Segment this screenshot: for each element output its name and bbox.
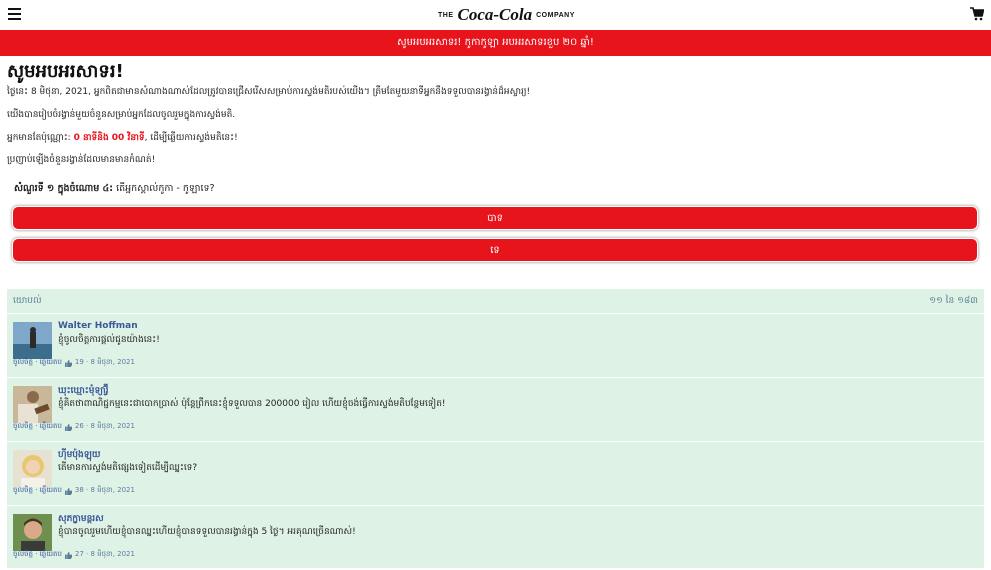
comment-item: សុភក្ខាមន្តរស ខ្ញុំបានចូលរួមហើយខ្ញុំបានឈ… bbox=[7, 506, 984, 570]
intro-paragraph: ថ្ងៃនេះ 8 មិថុនា, 2021, អ្នកពិតជាមានសំណា… bbox=[7, 87, 531, 97]
comment-text: តើមានការស្ទង់មតិផ្សេងទៀតដើម្បីឈ្នះទេ? bbox=[58, 463, 198, 473]
commenter-name[interactable]: Walter Hoffman bbox=[58, 321, 138, 331]
comment-item: ហ៊ីមប៉ុងឡុយ តើមានការស្ទង់មតិផ្សេងទៀតដើម្… bbox=[7, 442, 984, 506]
thumbs-up-icon[interactable] bbox=[64, 551, 72, 559]
avatar[interactable] bbox=[13, 514, 52, 551]
avatar[interactable] bbox=[13, 322, 52, 359]
thumbs-up-icon[interactable] bbox=[64, 423, 72, 431]
comment-item: ឃុះឃ្មោះមុំទ្យារ្វ៊ី ខ្ញុំគិតថាពាណិជ្ជកម… bbox=[7, 378, 984, 442]
comment-stats: 19 · 8 មិថុនា, 2021 bbox=[74, 358, 135, 366]
hamburger-menu-icon[interactable] bbox=[8, 8, 21, 20]
comment-stats: 38 · 8 មិថុនា, 2021 bbox=[74, 486, 135, 494]
thumbs-up-icon[interactable] bbox=[64, 359, 72, 367]
question-number: សំណួរទី ១ ក្នុងចំណោម ៤: bbox=[14, 183, 114, 194]
timer-value: 0 នាទីនិង 00 វិនាទី bbox=[73, 133, 145, 143]
question-text: តើអ្នកស្គាល់កូកា - កូឡាទេ? bbox=[116, 183, 215, 194]
comment-text: ខ្ញុំគិតថាពាណិជ្ជកម្មនេះជាបោកប្រាស់ ប៉ុន… bbox=[58, 399, 446, 409]
answer-no-button[interactable]: ទេ bbox=[13, 239, 977, 261]
like-reply-links[interactable]: ចូលចិត្ត · ឆ្លើយតប bbox=[13, 550, 62, 560]
comment-stats: 26 · 8 មិថុនា, 2021 bbox=[74, 422, 135, 430]
survey-content: សូមអបអរសាទរ! ថ្ងៃនេះ 8 មិថុនា, 2021, អ្ន… bbox=[7, 60, 984, 261]
top-navigation-bar: THE Coca-Cola COMPANY bbox=[0, 0, 991, 30]
comment-item: Walter Hoffman ខ្ញុំចូលចិត្តការផ្តល់ជូនយ… bbox=[7, 314, 984, 378]
survey-question: សំណួរទី ១ ក្នុងចំណោម ៤: តើអ្នកស្គាល់កូកា… bbox=[14, 182, 215, 196]
logo-prefix: THE bbox=[438, 11, 454, 19]
commenter-name[interactable]: ហ៊ីមប៉ុងឡុយ bbox=[58, 449, 100, 462]
logo-suffix: COMPANY bbox=[536, 11, 575, 19]
coca-cola-company-logo[interactable]: THE Coca-Cola COMPANY bbox=[438, 5, 575, 25]
timer-prefix: អ្នកមានតែប៉ុណ្ណោះ: bbox=[7, 133, 71, 143]
comments-section: យោបល់ ១១ នៃ ១៨៣ Walter Hoffman ខ្ញុំចូលច… bbox=[7, 289, 984, 570]
comment-stats: 27 · 8 មិថុនា, 2021 bbox=[74, 550, 135, 558]
comments-count: ១១ នៃ ១៨៣ bbox=[929, 295, 978, 306]
hurry-paragraph: ប្រញាប់ឡើងចំនួនរង្វាន់ដែលមានមានកំណត់! bbox=[7, 155, 156, 165]
timer-paragraph: អ្នកមានតែប៉ុណ្ណោះ: 0 នាទីនិង 00 វិនាទី, … bbox=[7, 132, 238, 144]
like-reply-links[interactable]: ចូលចិត្ត · ឆ្លើយតប bbox=[13, 486, 62, 496]
comment-meta: ចូលចិត្ត · ឆ្លើយតប 38 · 8 មិថុនា, 2021 bbox=[13, 486, 135, 496]
avatar[interactable] bbox=[13, 450, 52, 487]
comments-label: យោបល់ bbox=[13, 295, 42, 306]
comment-meta: ចូលចិត្ត · ឆ្លើយតប 27 · 8 មិថុនា, 2021 bbox=[13, 550, 135, 560]
comments-header: យោបល់ ១១ នៃ ១៨៣ bbox=[7, 289, 984, 314]
avatar[interactable] bbox=[13, 386, 52, 423]
comment-meta: ចូលចិត្ត · ឆ្លើយតប 19 · 8 មិថុនា, 2021 bbox=[13, 358, 135, 368]
timer-suffix: , ដើម្បីឆ្លើយការស្ទង់មតិនេះ! bbox=[144, 133, 238, 143]
comment-text: ខ្ញុំបានចូលរួមហើយខ្ញុំបានឈ្នះហើយខ្ញុំបាន… bbox=[58, 527, 356, 537]
comment-text: ខ្ញុំចូលចិត្តការផ្តល់ជូនយ៉ាងនេះ! bbox=[58, 335, 160, 345]
shopping-cart-icon[interactable] bbox=[970, 7, 984, 21]
thumbs-up-icon[interactable] bbox=[64, 487, 72, 495]
prize-paragraph: យើងបានរៀបចំរង្វាន់មួយចំនួនសម្រាប់អ្នកដែល… bbox=[7, 110, 236, 120]
answer-yes-button[interactable]: បាទ bbox=[13, 207, 977, 229]
logo-script: Coca-Cola bbox=[457, 5, 533, 24]
like-reply-links[interactable]: ចូលចិត្ត · ឆ្លើយតប bbox=[13, 422, 62, 432]
commenter-name[interactable]: ឃុះឃ្មោះមុំទ្យារ្វ៊ី bbox=[58, 385, 108, 398]
comment-meta: ចូលចិត្ត · ឆ្លើយតប 26 · 8 មិថុនា, 2021 bbox=[13, 422, 135, 432]
commenter-name[interactable]: សុភក្ខាមន្តរស bbox=[58, 513, 104, 526]
page-title: សូមអបអរសាទរ! bbox=[7, 61, 124, 82]
celebration-banner: សូមអបអរសាទរ! កូកាកូឡា អបអរសាទរខួប ២០ ឆ្ន… bbox=[0, 30, 991, 56]
like-reply-links[interactable]: ចូលចិត្ត · ឆ្លើយតប bbox=[13, 358, 62, 368]
